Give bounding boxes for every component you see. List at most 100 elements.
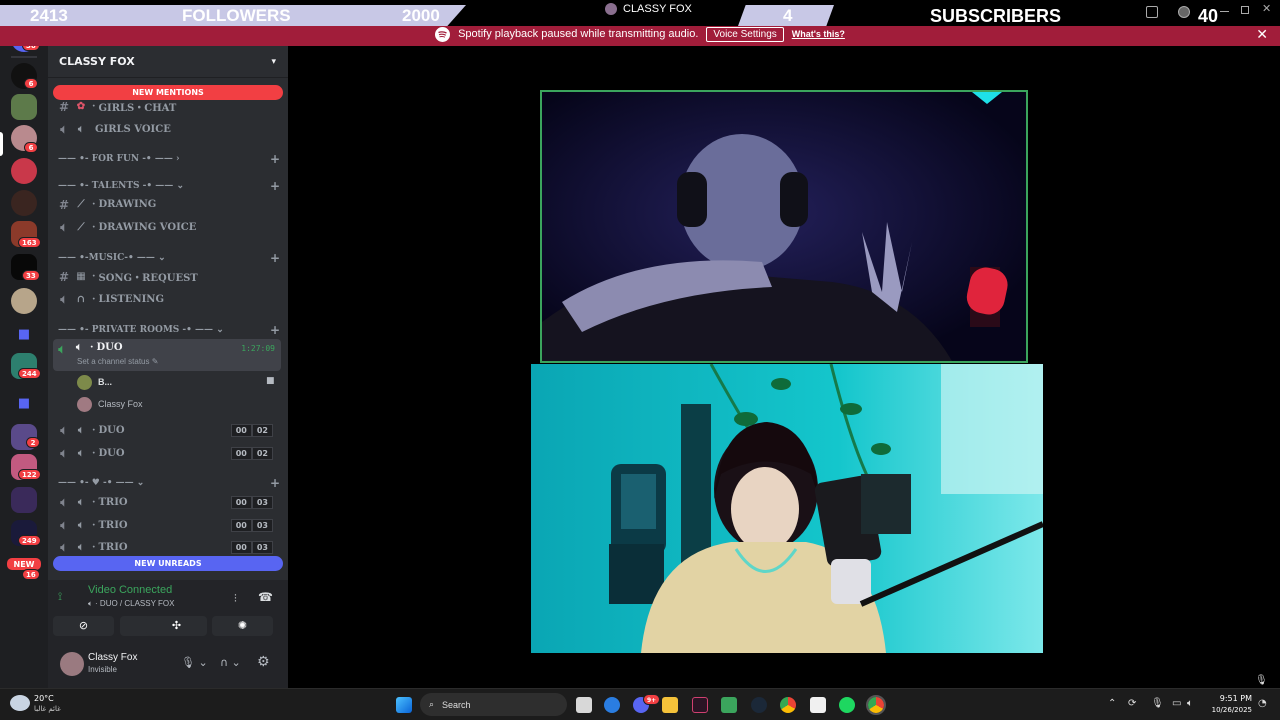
user-name: Classy Fox bbox=[88, 652, 138, 663]
channel-duo[interactable]: 🔈︎ 🔈︎ · DUO 00 02 bbox=[55, 443, 281, 464]
server-icon[interactable] bbox=[11, 190, 37, 216]
category-talents[interactable]: —— •- TALENTS -• —— ⌄ + bbox=[58, 178, 280, 194]
text-channel-icon: # bbox=[58, 197, 70, 212]
soundboard-button[interactable]: ✺ bbox=[212, 616, 273, 636]
folder-icon[interactable]: ■ bbox=[11, 391, 37, 417]
chevron-up-icon[interactable]: ⌃ bbox=[1108, 698, 1116, 709]
gear-icon[interactable]: ⚙ bbox=[257, 654, 270, 670]
channel-trio[interactable]: 🔈︎ 🔈︎ · TRIO 00 03 bbox=[55, 492, 281, 513]
chrome-icon[interactable] bbox=[866, 695, 886, 715]
subscribers-count: 4 bbox=[783, 6, 793, 25]
server-icon[interactable] bbox=[11, 94, 37, 120]
channel-drawing[interactable]: # ⟋ · DRAWING bbox=[55, 194, 281, 215]
noise-suppression-icon[interactable]: ⫶ bbox=[234, 592, 237, 606]
channel-girls-voice[interactable]: 🔈︎ 🔈︎ GIRLS VOICE bbox=[55, 119, 281, 140]
channel-duo-active[interactable]: 🔈︎ 🔈︎ · DUO 1:27:09 Set a channel status… bbox=[53, 339, 281, 371]
steam-icon[interactable] bbox=[751, 697, 767, 713]
speaker-active-icon: 🔈︎ bbox=[58, 342, 66, 356]
server-icon[interactable] bbox=[11, 487, 37, 513]
speaker-icon: 🔈︎ bbox=[60, 495, 68, 509]
whats-this-link[interactable]: What's this? bbox=[792, 29, 845, 39]
file-explorer-icon[interactable] bbox=[662, 697, 678, 713]
category-private-rooms[interactable]: —— •- PRIVATE ROOMS -• —— ⌄ + bbox=[58, 322, 280, 338]
channel-girls-chat[interactable]: # ✿ · GIRLS・CHAT bbox=[55, 96, 281, 117]
screen-share-icon[interactable] bbox=[1146, 6, 1158, 18]
notepad-icon[interactable] bbox=[810, 697, 826, 713]
copilot-icon[interactable] bbox=[604, 697, 620, 713]
chrome-icon[interactable] bbox=[780, 697, 796, 713]
app-icon[interactable] bbox=[721, 697, 737, 713]
search-box[interactable]: ⌕ Search bbox=[420, 693, 567, 716]
music-icon: ▦ bbox=[76, 271, 86, 282]
chevron-down-icon: ⌄ bbox=[136, 478, 145, 488]
close-icon[interactable]: ✕ bbox=[1256, 26, 1268, 43]
add-channel-icon[interactable]: + bbox=[270, 179, 280, 193]
voice-member[interactable]: B... bbox=[77, 372, 112, 392]
category-for-fun[interactable]: —— •- FOR FUN -• —— › + bbox=[58, 151, 280, 167]
pencil-icon: ⟋ bbox=[77, 222, 85, 233]
video-tile-remote[interactable] bbox=[540, 90, 1028, 363]
folder-icon[interactable]: ■ bbox=[11, 322, 37, 348]
channel-label: DUO bbox=[98, 448, 125, 459]
headphones-icon[interactable]: ∩ ⌄ bbox=[220, 656, 241, 669]
volume-icon[interactable]: 🔈︎ bbox=[1187, 698, 1193, 709]
add-channel-icon[interactable]: + bbox=[270, 476, 280, 490]
category-heart[interactable]: —— •- ♥ -• —— ⌄ + bbox=[58, 475, 280, 491]
activities-button[interactable]: ✣ bbox=[146, 616, 207, 636]
clock-date[interactable]: 10/26/2025 bbox=[1208, 706, 1252, 714]
app-icon[interactable] bbox=[692, 697, 708, 713]
network-icon[interactable]: ▭ bbox=[1172, 698, 1181, 709]
notice-text: Spotify playback paused while transmitti… bbox=[458, 28, 699, 40]
voice-member[interactable]: Classy Fox bbox=[77, 394, 143, 414]
new-unreads-bar[interactable]: NEW UNREADS bbox=[53, 556, 283, 571]
speaker-icon: 🔈︎ bbox=[76, 342, 82, 353]
avatar[interactable] bbox=[60, 652, 84, 676]
microphone-icon[interactable]: 🎙︎ bbox=[1255, 675, 1268, 686]
server-badge: 6 bbox=[24, 142, 38, 153]
camera-off-button[interactable]: ⊘ bbox=[53, 616, 114, 636]
channel-trio[interactable]: 🔈︎ 🔈︎ · TRIO 00 03 bbox=[55, 537, 281, 558]
server-icon[interactable] bbox=[11, 288, 37, 314]
speaker-icon: 🔈︎ bbox=[60, 122, 68, 136]
user-limit: 00 03 bbox=[230, 519, 273, 532]
minimize-icon[interactable] bbox=[1220, 11, 1229, 12]
spotify-icon[interactable] bbox=[839, 697, 855, 713]
channel-label: DRAWING VOICE bbox=[98, 222, 197, 233]
chevron-down-icon: ⌄ bbox=[176, 181, 184, 191]
window-close-icon[interactable]: ✕ bbox=[1262, 2, 1271, 15]
add-channel-icon[interactable]: + bbox=[270, 251, 280, 265]
speaker-icon: 🔈︎ bbox=[60, 423, 68, 437]
add-channel-icon[interactable]: + bbox=[270, 152, 280, 166]
clock-time[interactable]: 9:51 PM bbox=[1214, 694, 1252, 703]
channel-label: SONG・REQUEST bbox=[98, 273, 198, 284]
signal-icon: ⟟ bbox=[58, 590, 63, 603]
channel-song-request[interactable]: # ▦ · SONG・REQUEST bbox=[55, 266, 281, 287]
channel-listening[interactable]: 🔈︎ ∩ · LISTENING bbox=[55, 289, 281, 310]
add-channel-icon[interactable]: + bbox=[270, 323, 280, 337]
chevron-down-icon: ⌄ bbox=[216, 325, 224, 335]
microphone-icon[interactable]: 🎙︎ bbox=[1151, 698, 1164, 709]
sync-icon[interactable]: ⟳ bbox=[1128, 698, 1136, 709]
microphone-icon[interactable]: 🎙︎ ⌄ bbox=[181, 656, 208, 669]
channel-drawing-voice[interactable]: 🔈︎ ⟋ · DRAWING VOICE bbox=[55, 217, 281, 238]
weather-icon[interactable] bbox=[10, 695, 30, 711]
channel-label: DRAWING bbox=[98, 199, 157, 210]
voice-settings-button[interactable]: Voice Settings bbox=[706, 26, 784, 42]
channel-duo[interactable]: 🔈︎ 🔈︎ · DUO 00 02 bbox=[55, 420, 281, 441]
disconnect-icon[interactable]: ☎ bbox=[258, 590, 273, 604]
server-icon[interactable] bbox=[11, 158, 37, 184]
server-badge: 16 bbox=[22, 569, 40, 580]
emoji-icon: ✿ bbox=[76, 101, 86, 112]
account-icon[interactable] bbox=[1178, 6, 1190, 18]
start-icon[interactable] bbox=[396, 697, 412, 713]
server-header[interactable]: CLASSY FOX ▾ bbox=[48, 46, 288, 78]
channel-trio[interactable]: 🔈︎ 🔈︎ · TRIO 00 03 bbox=[55, 515, 281, 536]
notification-icon[interactable]: ◔ bbox=[1258, 698, 1267, 709]
video-tile-self[interactable] bbox=[531, 364, 1043, 653]
category-music[interactable]: —— •-MUSIC-• —— ⌄ + bbox=[58, 250, 280, 266]
channel-status[interactable]: Set a channel status ✎ bbox=[77, 357, 158, 366]
maximize-icon[interactable] bbox=[1241, 6, 1249, 14]
speaker-icon: 🔈︎ bbox=[78, 520, 84, 531]
task-view-icon[interactable] bbox=[576, 697, 592, 713]
user-limit: 00 03 bbox=[230, 541, 273, 554]
